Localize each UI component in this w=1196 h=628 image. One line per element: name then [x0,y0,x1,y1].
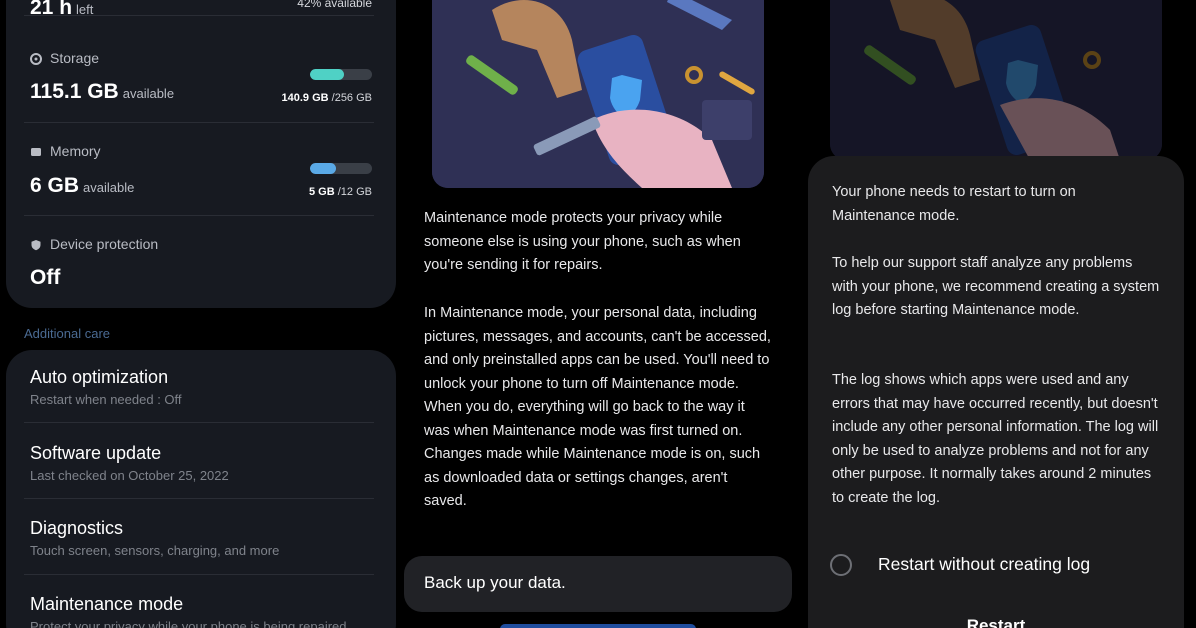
storage-bar [310,69,372,80]
battery-value: 21 h left [30,0,94,19]
device-protection-value: Off [30,266,61,289]
menu-item-subtitle: Restart when needed : Off [30,392,182,407]
menu-item-subtitle: Touch screen, sensors, charging, and mor… [30,543,280,558]
divider [24,422,374,423]
repair-illustration-dimmed [830,0,1162,160]
storage-value: 115.1 GB available [30,80,175,103]
menu-item-title: Auto optimization [30,367,169,387]
radio-option-label: Restart without creating log [878,554,1091,574]
memory-usage: 5 GB /12 GB [309,186,372,198]
menu-item-title: Software update [30,443,162,463]
menu-item-subtitle: Last checked on October 25, 2022 [30,468,229,483]
storage-icon [30,52,42,65]
menu-item-title: Maintenance mode [30,594,184,614]
device-protection-label: Device protection [30,236,158,252]
details-paragraph: In Maintenance mode, your personal data,… [424,305,771,509]
menu-item-subtitle: Protect your privacy while your phone is… [30,619,347,628]
memory-bar-fill [310,163,337,174]
backup-data-button[interactable]: Back up your data. [404,556,792,612]
memory-bar [310,163,372,174]
divider [24,122,374,123]
status-card: 21 h left 42% available Storage 115.1 GB a… [6,0,396,308]
restart-button[interactable]: Restart [808,616,1184,628]
battery-available: 42% available [297,0,372,10]
restart-dialog-panel: Your phone needs to restart to turn on M… [798,0,1196,628]
section-header-additional-care: Additional care [24,326,110,341]
menu-item-title: Diagnostics [30,518,124,538]
turn-on-button[interactable] [500,624,696,628]
repair-illustration [432,0,764,188]
maintenance-restart-dialog: Your phone needs to restart to turn on M… [808,156,1184,628]
device-care-panel: 21 h left 42% available Storage 115.1 GB a… [0,0,398,628]
memory-label: Memory [30,143,101,159]
memory-value: 6 GB available [30,174,135,197]
dialog-restart-notice: Your phone needs to restart to turn on M… [832,184,1076,224]
divider [24,15,374,16]
divider [24,215,374,216]
storage-bar-fill [310,69,345,80]
dialog-log-recommendation: To help our support staff analyze any pr… [832,255,1160,318]
divider [24,574,374,575]
storage-label: Storage [30,50,99,66]
shield-icon [30,238,42,251]
additional-care-card: Auto optimization Restart when needed : … [6,350,396,628]
dialog-log-explanation: The log shows which apps were used and a… [832,372,1159,506]
radio-button[interactable] [830,554,852,576]
backup-data-label: Back up your data. [424,573,566,592]
divider [24,498,374,499]
memory-icon [30,145,42,157]
maintenance-info-panel: Maintenance mode protects your privacy w… [400,0,796,628]
intro-paragraph: Maintenance mode protects your privacy w… [424,210,741,273]
storage-usage: 140.9 GB /256 GB [281,92,372,104]
